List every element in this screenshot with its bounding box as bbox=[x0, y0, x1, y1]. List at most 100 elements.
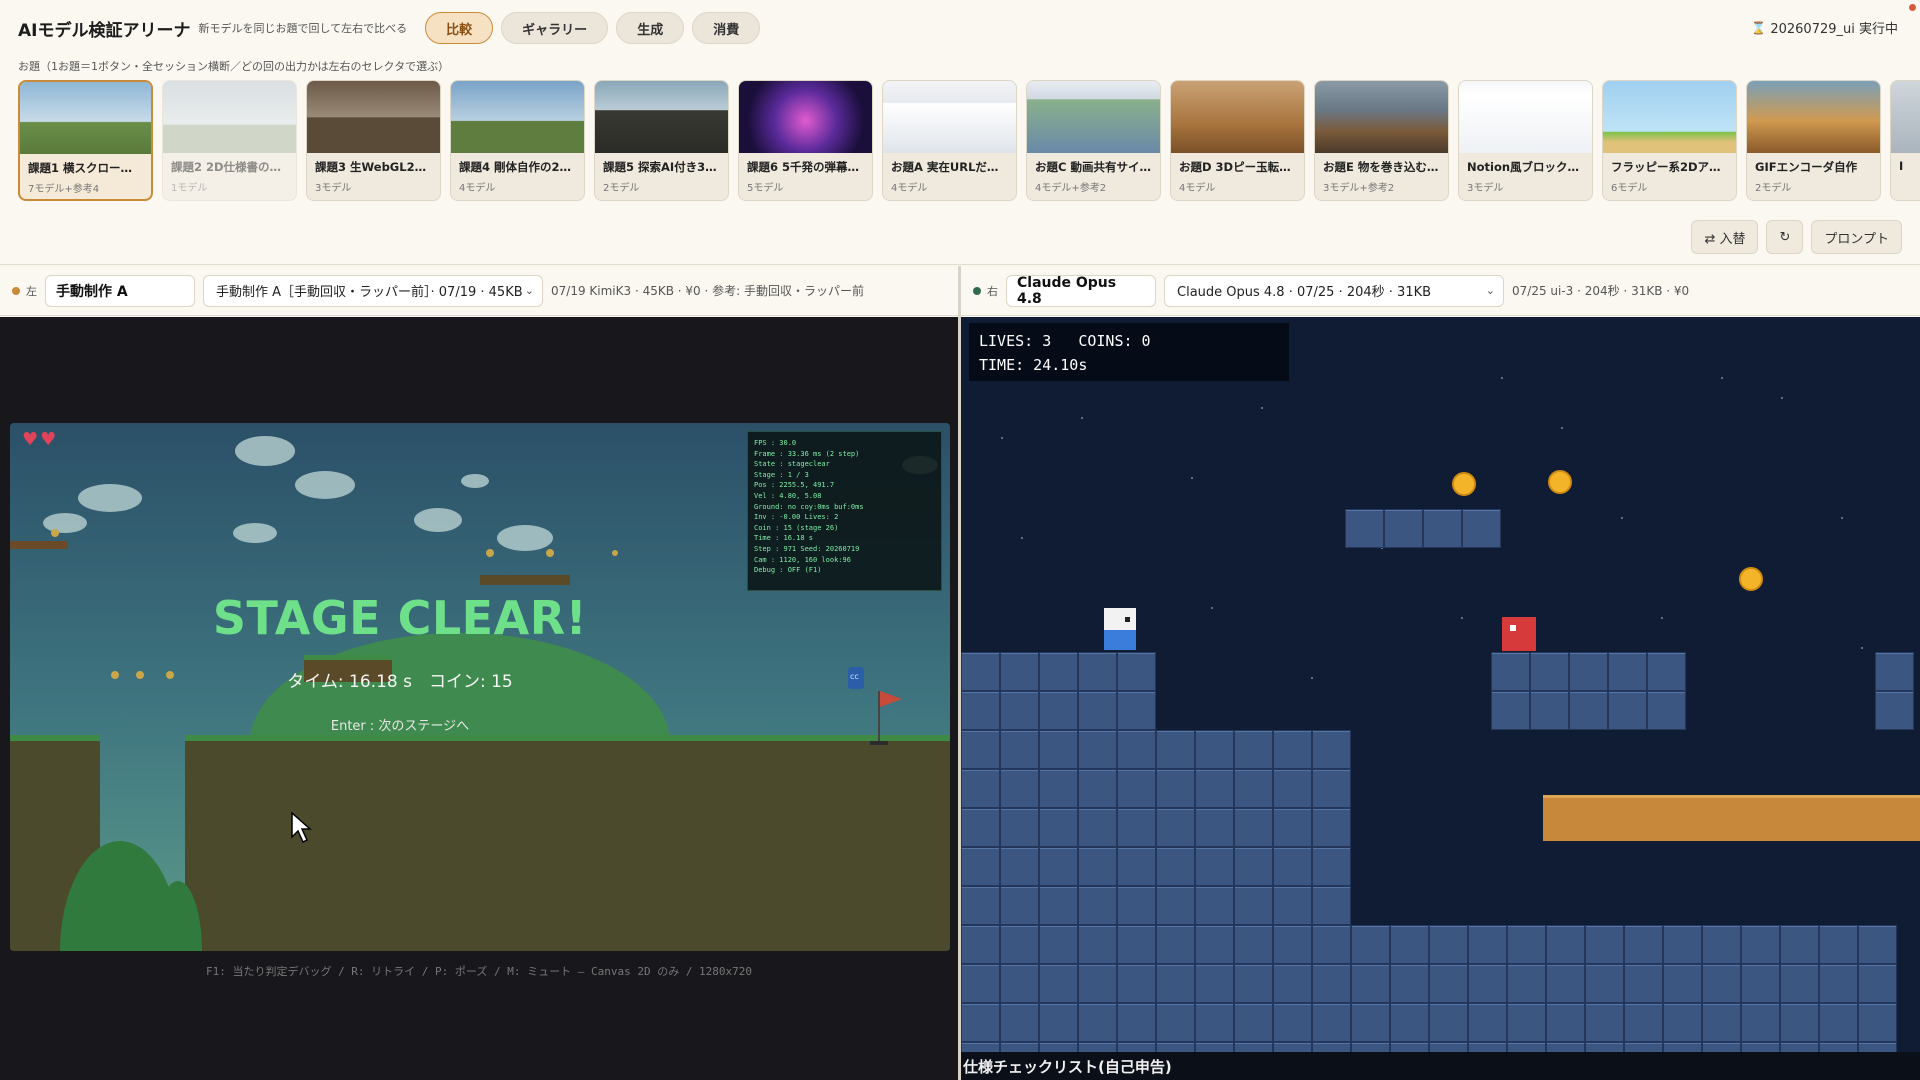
topic-card[interactable]: I bbox=[1890, 80, 1920, 201]
tile bbox=[1078, 847, 1117, 886]
tile bbox=[1195, 964, 1234, 1003]
tile bbox=[1078, 769, 1117, 808]
tile bbox=[1819, 964, 1858, 1003]
hud-time: TIME: 24.10s bbox=[979, 356, 1088, 374]
tile bbox=[1000, 808, 1039, 847]
actions: ⇄ 入替 ↻ プロンプト bbox=[1683, 220, 1902, 254]
left-game-canvas[interactable]: cc ♥♥ FPS : 30.0 Frame : 33.36 ms (2 step… bbox=[10, 423, 950, 951]
tile bbox=[1156, 925, 1195, 964]
tile bbox=[1039, 691, 1078, 730]
tile bbox=[1117, 769, 1156, 808]
tile bbox=[1234, 964, 1273, 1003]
topic-card[interactable]: 課題4 剛体自作の2… 4モデル bbox=[450, 80, 585, 201]
topic-card-title: Notion風ブロック… bbox=[1467, 160, 1580, 174]
right-preview[interactable]: LIVES: 3 COINS: 0 TIME: 24.10s 仕様チェックリスト… bbox=[961, 317, 1920, 1080]
topic-card[interactable]: お題D 3Dピー玉転… 4モデル bbox=[1170, 80, 1305, 201]
nav-tab-0[interactable]: 比較 bbox=[425, 12, 494, 44]
reload-button[interactable]: ↻ bbox=[1766, 220, 1804, 254]
tile bbox=[1702, 964, 1741, 1003]
tile bbox=[1195, 730, 1234, 769]
tile bbox=[1234, 730, 1273, 769]
tile bbox=[1000, 1003, 1039, 1042]
tile bbox=[1741, 1003, 1780, 1042]
nav-tab-2[interactable]: 生成 bbox=[616, 12, 685, 44]
topic-thumbnail bbox=[307, 81, 440, 153]
run-status: ⌛ 20260729_ui 実行中 bbox=[1751, 18, 1898, 38]
tile bbox=[1462, 509, 1501, 548]
nav-tab-3[interactable]: 消費 bbox=[692, 12, 761, 44]
tile bbox=[1530, 652, 1569, 691]
tile bbox=[961, 691, 1000, 730]
controls-hint: F1: 当たり判定デバッグ / R: リトライ / P: ポーズ / M: ミュ… bbox=[205, 965, 753, 978]
coin bbox=[1548, 470, 1572, 494]
topic-card[interactable]: お題A 実在URLだ… 4モデル bbox=[882, 80, 1017, 201]
right-run-select[interactable]: Claude Opus 4.8 · 07/25 · 204秒 · 31KB ⌄ bbox=[1164, 274, 1504, 307]
topic-card-title: 課題2 2D仕様書の… bbox=[171, 160, 282, 174]
debug-line: Vel : 4.80, 5.08 bbox=[754, 491, 822, 500]
star bbox=[1191, 477, 1193, 479]
tile bbox=[1491, 691, 1530, 730]
debug-line: Cam : 1120, 160 look:96 bbox=[754, 555, 851, 564]
chevron-down-icon: ⌄ bbox=[524, 283, 534, 297]
tile bbox=[1507, 925, 1546, 964]
tile bbox=[1000, 847, 1039, 886]
tile bbox=[1078, 691, 1117, 730]
left-name-field[interactable]: 手動制作 A bbox=[45, 274, 195, 307]
header: AIモデル検証アリーナ 新モデルを同じお題で回して左右で比べる 比較 ギャラリー生… bbox=[0, 0, 1920, 265]
spec-checklist-heading[interactable]: 仕様チェックリスト(自己申告) bbox=[961, 1052, 1920, 1080]
tile bbox=[961, 652, 1000, 691]
topic-card[interactable]: お題C 動画共有サイ… 4モデル+参考2 bbox=[1026, 80, 1161, 201]
debug-line: Pos : 2255.5, 491.7 bbox=[754, 481, 835, 490]
nav-tab-1[interactable]: ギャラリー bbox=[501, 12, 609, 44]
stage-result: タイム: 16.18 s コイン: 15 bbox=[287, 672, 513, 692]
tile bbox=[1312, 847, 1351, 886]
hud-lives-coins: LIVES: 3 COINS: 0 bbox=[979, 332, 1151, 350]
topic-card[interactable]: 課題3 生WebGL2… 3モデル bbox=[306, 80, 441, 201]
tile bbox=[1234, 1003, 1273, 1042]
tile bbox=[1585, 925, 1624, 964]
topic-card[interactable]: お題E 物を巻き込む… 3モデル+参考2 bbox=[1314, 80, 1449, 201]
star bbox=[1861, 647, 1863, 649]
right-name-field[interactable]: Claude Opus 4.8 bbox=[1006, 274, 1156, 307]
coin bbox=[1739, 567, 1763, 591]
topic-card-count: 3モデル bbox=[315, 183, 352, 194]
prompt-button[interactable]: プロンプト bbox=[1811, 220, 1902, 254]
topic-card[interactable]: Notion風ブロック… 3モデル bbox=[1458, 80, 1593, 201]
topic-card[interactable]: GIFエンコーダ自作 2モデル bbox=[1746, 80, 1881, 201]
notification-dot bbox=[1909, 4, 1916, 11]
topic-thumbnail bbox=[883, 81, 1016, 153]
tile bbox=[1117, 847, 1156, 886]
topic-card-title: I bbox=[1899, 159, 1904, 173]
topic-card[interactable]: 課題2 2D仕様書の… 1モデル bbox=[162, 80, 297, 201]
tile bbox=[1000, 769, 1039, 808]
left-side-label: 左 bbox=[26, 284, 37, 298]
tile bbox=[1117, 964, 1156, 1003]
tile bbox=[1507, 1003, 1546, 1042]
left-run-select[interactable]: 手動制作 A［手動回収・ラッパー前］· 07/19 · 45KB ⌄ bbox=[203, 274, 543, 307]
tile bbox=[961, 808, 1000, 847]
tile bbox=[1195, 925, 1234, 964]
tile bbox=[1546, 925, 1585, 964]
topic-card-title: お題D 3Dピー玉転… bbox=[1179, 160, 1291, 174]
mouse-cursor-icon bbox=[291, 811, 312, 844]
hourglass-icon: ⌛ bbox=[1751, 20, 1767, 35]
tile bbox=[1569, 652, 1608, 691]
tile bbox=[1000, 652, 1039, 691]
debug-line: Debug : OFF (F1) bbox=[754, 566, 822, 575]
topic-card-count bbox=[1891, 173, 1920, 177]
swap-button[interactable]: ⇄ 入替 bbox=[1691, 220, 1759, 254]
topic-card[interactable]: フラッピー系2Dア… 6モデル bbox=[1602, 80, 1737, 201]
topic-card[interactable]: 課題6 5千発の弾幕… 5モデル bbox=[738, 80, 873, 201]
topics-label: お題（1お題＝1ボタン・全セッション横断／どの回の出力かは左右のセレクタで選ぶ） bbox=[18, 60, 450, 73]
topic-thumbnail bbox=[1171, 81, 1304, 153]
app-subtitle: 新モデルを同じお題で回して左右で比べる bbox=[198, 22, 408, 35]
topic-card[interactable]: 課題5 探索AI付き3… 2モデル bbox=[594, 80, 729, 201]
topic-card-count: 4モデル bbox=[459, 183, 496, 194]
debug-line: Time : 16.18 s bbox=[754, 534, 814, 543]
tile bbox=[1312, 730, 1351, 769]
tile bbox=[1390, 925, 1429, 964]
topic-card[interactable]: 課題1 横スクロール… 7モデル+参考4 bbox=[18, 80, 153, 201]
tile bbox=[1273, 808, 1312, 847]
debug-line: State : stageclear bbox=[754, 460, 830, 469]
tile bbox=[961, 886, 1000, 925]
